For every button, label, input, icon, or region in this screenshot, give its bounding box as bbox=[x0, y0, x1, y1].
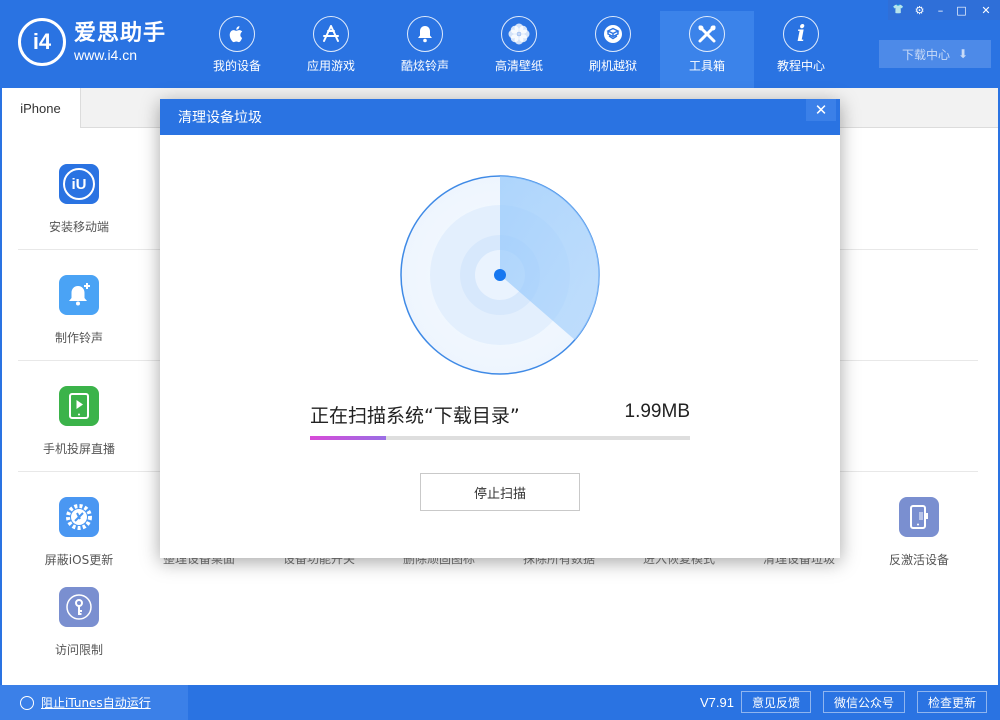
nav-my-device[interactable]: 我的设备 bbox=[190, 11, 284, 88]
tool-access-restriction[interactable]: 访问限制 bbox=[19, 587, 139, 658]
tool-label: 访问限制 bbox=[54, 643, 103, 657]
app-logo: i4 爱思助手 www.i4.cn bbox=[18, 18, 166, 66]
nav-wallpapers[interactable]: 高清壁纸 bbox=[472, 11, 566, 88]
tool-make-ringtone[interactable]: 制作铃声 bbox=[19, 275, 139, 346]
tool-deactivate-device[interactable]: 反激活设备 bbox=[859, 497, 979, 568]
flower-icon bbox=[501, 16, 537, 52]
nav-tutorials[interactable]: i 教程中心 bbox=[754, 11, 848, 88]
phone-deactivate-icon bbox=[899, 497, 939, 537]
wechat-button[interactable]: 微信公众号 bbox=[823, 691, 905, 713]
tool-label: 安装移动端 bbox=[48, 220, 109, 234]
scan-status-text: 正在扫描系统“下载目录” bbox=[310, 405, 520, 427]
nav-label: 应用游戏 bbox=[306, 59, 355, 73]
tool-label: 手机投屏直播 bbox=[42, 442, 115, 456]
dialog-header: 清理设备垃圾 ✕ bbox=[160, 99, 840, 135]
stop-scan-button[interactable]: 停止扫描 bbox=[420, 473, 580, 511]
download-center-button[interactable]: 下载中心 ⬇ bbox=[879, 40, 991, 68]
bell-icon bbox=[407, 16, 443, 52]
dialog-close-button[interactable]: ✕ bbox=[806, 99, 836, 121]
tool-block-ios-update[interactable]: 屏蔽iOS更新 bbox=[19, 497, 139, 568]
tool-label: 屏蔽iOS更新 bbox=[44, 553, 114, 567]
nav-apps-games[interactable]: 应用游戏 bbox=[284, 11, 378, 88]
dropbox-icon bbox=[595, 16, 631, 52]
gear-block-icon bbox=[59, 497, 99, 537]
minimize-icon[interactable]: – bbox=[930, 0, 951, 20]
tool-label: 制作铃声 bbox=[54, 331, 103, 345]
nav-label: 教程中心 bbox=[776, 59, 825, 73]
nav-ringtones[interactable]: 酷炫铃声 bbox=[378, 11, 472, 88]
download-icon: ⬇ bbox=[957, 47, 969, 61]
nav-label: 高清壁纸 bbox=[494, 59, 543, 73]
tools-icon bbox=[689, 16, 725, 52]
nav-label: 刷机越狱 bbox=[588, 59, 637, 73]
nav-label: 工具箱 bbox=[688, 59, 725, 73]
tab-iphone[interactable]: iPhone bbox=[1, 88, 81, 128]
block-itunes-autorun-toggle[interactable]: 阻止iTunes自动运行 bbox=[0, 685, 188, 720]
check-update-button[interactable]: 检查更新 bbox=[917, 691, 987, 713]
i4-logo-icon: i4 bbox=[18, 18, 66, 66]
nav-flash-jailbreak[interactable]: 刷机越狱 bbox=[566, 11, 660, 88]
tool-screen-mirroring[interactable]: 手机投屏直播 bbox=[19, 386, 139, 457]
radio-icon[interactable] bbox=[20, 695, 34, 710]
info-icon: i bbox=[783, 16, 819, 52]
nav-label: 我的设备 bbox=[212, 59, 261, 73]
clean-junk-dialog: 清理设备垃圾 ✕ 正在扫描系统“下载目录” 1.99MB 停止扫描 bbox=[160, 99, 840, 558]
skin-icon[interactable]: 👕 bbox=[888, 0, 909, 20]
nav-toolbox[interactable]: 工具箱 bbox=[660, 11, 754, 88]
tablet-play-icon bbox=[59, 386, 99, 426]
app-store-icon bbox=[313, 16, 349, 52]
window-controls: 👕 ⚙ – □ ✕ bbox=[888, 0, 1000, 20]
radar-scan-animation bbox=[400, 175, 600, 375]
close-icon[interactable]: ✕ bbox=[972, 0, 1000, 20]
app-header: i4 爱思助手 www.i4.cn 我的设备 应用游戏 酷炫铃声 高清壁纸 刷机… bbox=[0, 0, 1000, 88]
i4-app-icon: iU bbox=[59, 164, 99, 204]
version-label: V7.91 bbox=[700, 695, 734, 710]
nav-label: 酷炫铃声 bbox=[400, 59, 449, 73]
settings-icon[interactable]: ⚙ bbox=[909, 0, 930, 20]
download-center-label: 下载中心 bbox=[901, 47, 950, 62]
tool-label: 反激活设备 bbox=[888, 553, 949, 567]
app-url: www.i4.cn bbox=[74, 47, 138, 63]
dialog-title: 清理设备垃圾 bbox=[178, 110, 262, 126]
key-icon bbox=[59, 587, 99, 627]
scan-progress-fill bbox=[310, 436, 386, 440]
window-border-left bbox=[0, 88, 2, 688]
tool-install-mobile[interactable]: iU 安装移动端 bbox=[19, 164, 139, 235]
block-itunes-label: 阻止iTunes自动运行 bbox=[41, 696, 151, 710]
scan-size: 1.99MB bbox=[624, 401, 690, 422]
apple-icon bbox=[219, 16, 255, 52]
feedback-button[interactable]: 意见反馈 bbox=[741, 691, 811, 713]
scan-progress-bar bbox=[310, 436, 690, 440]
app-name: 爱思助手 bbox=[74, 21, 167, 46]
status-bar: 阻止iTunes自动运行 V7.91 意见反馈 微信公众号 检查更新 bbox=[0, 685, 1000, 720]
bell-plus-icon bbox=[59, 275, 99, 315]
radar-center-dot bbox=[494, 269, 506, 281]
main-nav: 我的设备 应用游戏 酷炫铃声 高清壁纸 刷机越狱 工具箱 i 教程中心 bbox=[190, 11, 848, 88]
maximize-icon[interactable]: □ bbox=[951, 0, 972, 20]
